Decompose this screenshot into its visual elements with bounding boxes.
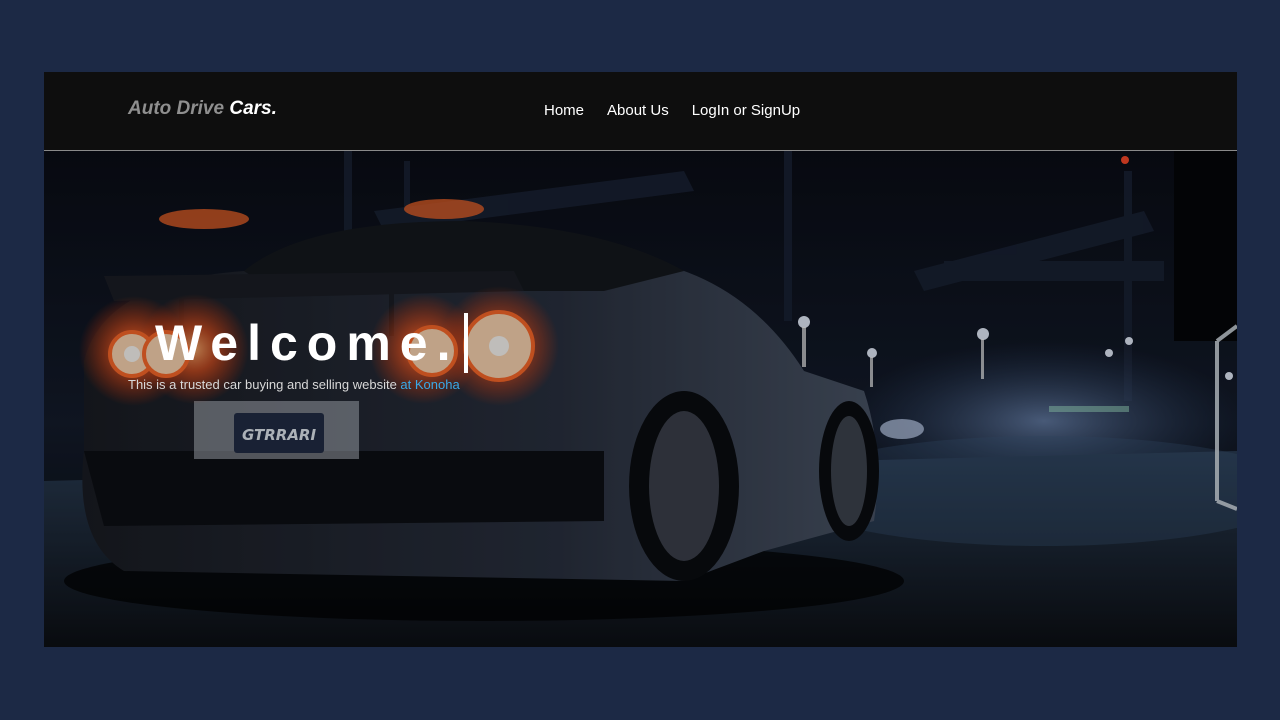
hero-background-image: GTRRARI [44,151,1237,647]
hero-subtitle: This is a trusted car buying and selling… [128,377,460,392]
nav-link-login-signup[interactable]: LogIn or SignUp [692,102,800,119]
nav-links: Home About Us LogIn or SignUp [544,102,823,119]
hero-subtitle-highlight: at Konoha [396,377,460,392]
brand-name-part1: Auto Drive [128,98,225,119]
hero-title-text: Welcome. [155,315,460,371]
nav-link-about-us[interactable]: About Us [607,102,669,119]
brand-name-part2: Cars. [229,98,277,119]
hero-title: Welcome. [155,313,468,373]
navbar: Auto Drive Cars. Home About Us LogIn or … [44,72,1237,151]
page-frame: Auto Drive Cars. Home About Us LogIn or … [44,72,1237,647]
nav-link-home[interactable]: Home [544,102,584,119]
typing-cursor [463,313,468,373]
hero-subtitle-main: This is a trusted car buying and selling… [128,377,397,392]
brand-logo[interactable]: Auto Drive Cars. [128,98,277,120]
hero-section: GTRRARI Welcome. This is a trusted car b… [44,151,1237,647]
